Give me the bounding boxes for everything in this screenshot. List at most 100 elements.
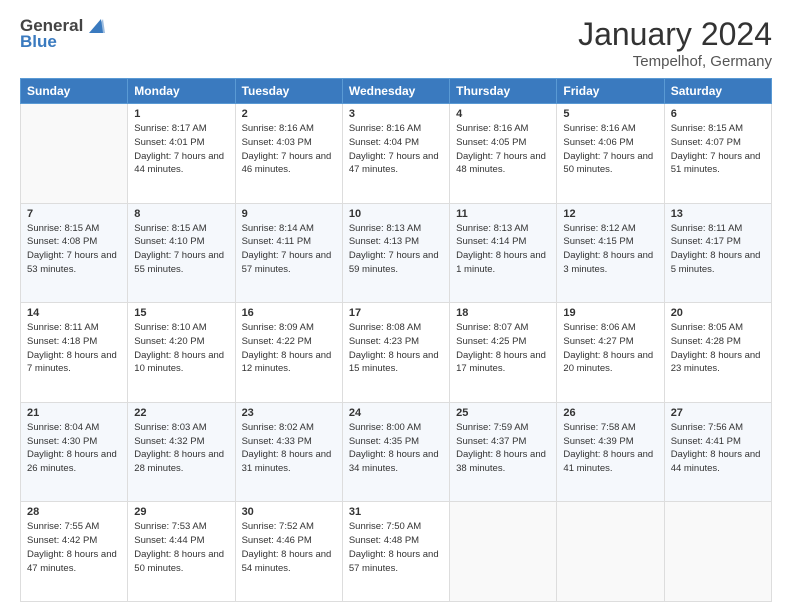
day-number: 13	[671, 208, 765, 220]
table-row: 11Sunrise: 8:13 AMSunset: 4:14 PMDayligh…	[450, 203, 557, 303]
day-number: 30	[242, 506, 336, 518]
day-detail: Sunrise: 8:13 AMSunset: 4:13 PMDaylight:…	[349, 222, 443, 277]
table-row: 26Sunrise: 7:58 AMSunset: 4:39 PMDayligh…	[557, 402, 664, 502]
day-detail: Sunrise: 8:06 AMSunset: 4:27 PMDaylight:…	[563, 321, 657, 376]
table-row: 12 Sunrise: 8:12 AMSunset: 4:15 PMDayligh…	[557, 203, 664, 303]
day-detail: Sunrise: 7:55 AMSunset: 4:42 PMDaylight:…	[27, 520, 121, 575]
day-detail: Sunrise: 8:12 AMSunset: 4:15 PMDaylight:…	[563, 222, 657, 277]
day-detail: Sunrise: 8:16 AMSunset: 4:03 PMDaylight:…	[242, 122, 336, 177]
day-detail: Sunrise: 8:15 AMSunset: 4:07 PMDaylight:…	[671, 122, 765, 177]
week-row: 21 Sunrise: 8:04 AMSunset: 4:30 PMDayligh…	[21, 402, 772, 502]
table-row: 20Sunrise: 8:05 AMSunset: 4:28 PMDayligh…	[664, 303, 771, 403]
day-number: 31	[349, 506, 443, 518]
table-row: 8 Sunrise: 8:15 AMSunset: 4:10 PMDaylight…	[128, 203, 235, 303]
table-row: 17Sunrise: 8:08 AMSunset: 4:23 PMDayligh…	[342, 303, 449, 403]
week-row: 1 Sunrise: 8:17 AMSunset: 4:01 PMDaylight…	[21, 104, 772, 204]
day-detail: Sunrise: 7:56 AMSunset: 4:41 PMDaylight:…	[671, 421, 765, 476]
day-detail: Sunrise: 7:59 AMSunset: 4:37 PMDaylight:…	[456, 421, 550, 476]
day-number: 12	[563, 208, 657, 220]
day-number: 6	[671, 108, 765, 120]
day-number: 5	[563, 108, 657, 120]
day-detail: Sunrise: 7:52 AMSunset: 4:46 PMDaylight:…	[242, 520, 336, 575]
calendar: Sunday Monday Tuesday Wednesday Thursday…	[20, 78, 772, 602]
col-tuesday: Tuesday	[235, 79, 342, 104]
table-row: 29 Sunrise: 7:53 AMSunset: 4:44 PMDayligh…	[128, 502, 235, 602]
table-row: 28 Sunrise: 7:55 AMSunset: 4:42 PMDayligh…	[21, 502, 128, 602]
day-number: 29	[134, 506, 228, 518]
day-detail: Sunrise: 8:13 AMSunset: 4:14 PMDaylight:…	[456, 222, 550, 277]
table-row	[21, 104, 128, 204]
day-detail: Sunrise: 8:07 AMSunset: 4:25 PMDaylight:…	[456, 321, 550, 376]
day-number: 8	[134, 208, 228, 220]
day-number: 25	[456, 407, 550, 419]
day-number: 15	[134, 307, 228, 319]
table-row: 24Sunrise: 8:00 AMSunset: 4:35 PMDayligh…	[342, 402, 449, 502]
day-detail: Sunrise: 8:00 AMSunset: 4:35 PMDaylight:…	[349, 421, 443, 476]
header-row: Sunday Monday Tuesday Wednesday Thursday…	[21, 79, 772, 104]
col-thursday: Thursday	[450, 79, 557, 104]
day-detail: Sunrise: 8:14 AMSunset: 4:11 PMDaylight:…	[242, 222, 336, 277]
day-number: 22	[134, 407, 228, 419]
table-row: 16Sunrise: 8:09 AMSunset: 4:22 PMDayligh…	[235, 303, 342, 403]
day-detail: Sunrise: 8:16 AMSunset: 4:06 PMDaylight:…	[563, 122, 657, 177]
day-number: 17	[349, 307, 443, 319]
table-row: 3Sunrise: 8:16 AMSunset: 4:04 PMDaylight…	[342, 104, 449, 204]
location-title: Tempelhof, Germany	[578, 53, 772, 70]
day-number: 10	[349, 208, 443, 220]
table-row: 19 Sunrise: 8:06 AMSunset: 4:27 PMDayligh…	[557, 303, 664, 403]
table-row: 13Sunrise: 8:11 AMSunset: 4:17 PMDayligh…	[664, 203, 771, 303]
day-detail: Sunrise: 8:15 AMSunset: 4:10 PMDaylight:…	[134, 222, 228, 277]
table-row: 23 Sunrise: 8:02 AMSunset: 4:33 PMDayligh…	[235, 402, 342, 502]
day-number: 9	[242, 208, 336, 220]
logo-icon	[85, 17, 105, 35]
day-detail: Sunrise: 7:50 AMSunset: 4:48 PMDaylight:…	[349, 520, 443, 575]
day-detail: Sunrise: 8:16 AMSunset: 4:04 PMDaylight:…	[349, 122, 443, 177]
table-row: 5 Sunrise: 8:16 AMSunset: 4:06 PMDaylight…	[557, 104, 664, 204]
table-row: 21 Sunrise: 8:04 AMSunset: 4:30 PMDayligh…	[21, 402, 128, 502]
day-detail: Sunrise: 8:05 AMSunset: 4:28 PMDaylight:…	[671, 321, 765, 376]
day-detail: Sunrise: 8:04 AMSunset: 4:30 PMDaylight:…	[27, 421, 121, 476]
table-row: 6 Sunrise: 8:15 AMSunset: 4:07 PMDaylight…	[664, 104, 771, 204]
table-row: 1 Sunrise: 8:17 AMSunset: 4:01 PMDaylight…	[128, 104, 235, 204]
table-row	[557, 502, 664, 602]
table-row: 31 Sunrise: 7:50 AMSunset: 4:48 PMDayligh…	[342, 502, 449, 602]
day-number: 21	[27, 407, 121, 419]
day-detail: Sunrise: 8:02 AMSunset: 4:33 PMDaylight:…	[242, 421, 336, 476]
week-row: 28 Sunrise: 7:55 AMSunset: 4:42 PMDayligh…	[21, 502, 772, 602]
day-number: 19	[563, 307, 657, 319]
table-row	[664, 502, 771, 602]
day-detail: Sunrise: 8:03 AMSunset: 4:32 PMDaylight:…	[134, 421, 228, 476]
day-number: 28	[27, 506, 121, 518]
table-row: 27 Sunrise: 7:56 AMSunset: 4:41 PMDayligh…	[664, 402, 771, 502]
day-number: 14	[27, 307, 121, 319]
table-row: 2 Sunrise: 8:16 AMSunset: 4:03 PMDaylight…	[235, 104, 342, 204]
table-row: 18 Sunrise: 8:07 AMSunset: 4:25 PMDayligh…	[450, 303, 557, 403]
logo-blue: Blue	[20, 32, 57, 52]
day-detail: Sunrise: 8:17 AMSunset: 4:01 PMDaylight:…	[134, 122, 228, 177]
day-number: 2	[242, 108, 336, 120]
col-friday: Friday	[557, 79, 664, 104]
table-row	[450, 502, 557, 602]
day-detail: Sunrise: 8:11 AMSunset: 4:18 PMDaylight:…	[27, 321, 121, 376]
table-row: 25 Sunrise: 7:59 AMSunset: 4:37 PMDayligh…	[450, 402, 557, 502]
day-detail: Sunrise: 8:10 AMSunset: 4:20 PMDaylight:…	[134, 321, 228, 376]
header: General Blue January 2024 Tempelhof, Ger…	[20, 16, 772, 70]
day-number: 18	[456, 307, 550, 319]
day-number: 1	[134, 108, 228, 120]
col-saturday: Saturday	[664, 79, 771, 104]
table-row: 14 Sunrise: 8:11 AMSunset: 4:18 PMDayligh…	[21, 303, 128, 403]
logo: General Blue	[20, 16, 105, 52]
table-row: 4Sunrise: 8:16 AMSunset: 4:05 PMDaylight…	[450, 104, 557, 204]
col-monday: Monday	[128, 79, 235, 104]
day-detail: Sunrise: 7:53 AMSunset: 4:44 PMDaylight:…	[134, 520, 228, 575]
day-detail: Sunrise: 7:58 AMSunset: 4:39 PMDaylight:…	[563, 421, 657, 476]
day-number: 23	[242, 407, 336, 419]
title-section: January 2024 Tempelhof, Germany	[578, 16, 772, 70]
month-title: January 2024	[578, 16, 772, 53]
week-row: 14 Sunrise: 8:11 AMSunset: 4:18 PMDayligh…	[21, 303, 772, 403]
table-row: 15 Sunrise: 8:10 AMSunset: 4:20 PMDayligh…	[128, 303, 235, 403]
day-number: 16	[242, 307, 336, 319]
table-row: 9 Sunrise: 8:14 AMSunset: 4:11 PMDaylight…	[235, 203, 342, 303]
table-row: 7Sunrise: 8:15 AMSunset: 4:08 PMDaylight…	[21, 203, 128, 303]
day-number: 27	[671, 407, 765, 419]
